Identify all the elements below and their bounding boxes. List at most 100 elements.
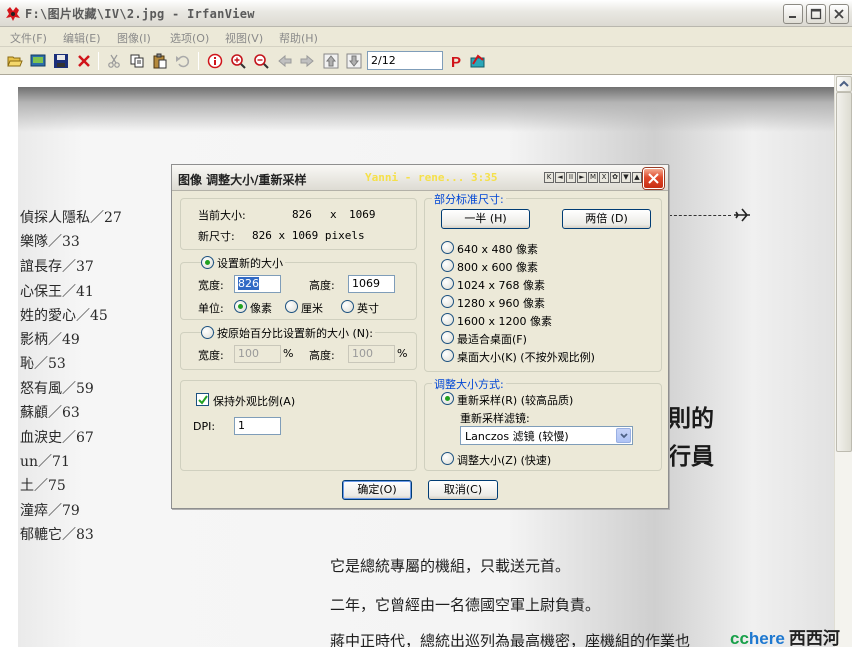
photo-heading-2: 行員 xyxy=(668,443,714,470)
size-1024-radio[interactable] xyxy=(441,277,454,290)
percent-height-label: 高度: xyxy=(309,349,335,362)
size-800-label: 800 x 600 像素 xyxy=(457,261,538,274)
filter-select[interactable]: Lanczos 滤镜 (较慢) xyxy=(460,426,633,445)
slideshow-icon[interactable] xyxy=(28,51,48,71)
media-btn[interactable]: ▲ xyxy=(632,172,642,183)
info-icon[interactable] xyxy=(205,51,225,71)
set-new-size-label: 设置新的大小 xyxy=(215,255,285,271)
minimize-button[interactable] xyxy=(783,4,803,24)
size-1024-label: 1024 x 768 像素 xyxy=(457,279,545,292)
height-input[interactable]: 1069 xyxy=(348,275,395,293)
close-button[interactable] xyxy=(829,4,849,24)
scissors-icon[interactable] xyxy=(104,51,124,71)
arrow-down-file-icon[interactable] xyxy=(344,51,364,71)
best-fit-desktop-radio[interactable] xyxy=(441,331,454,344)
filter-label: 重新采样滤镜: xyxy=(460,412,530,425)
percent-size-group: 按原始百分比设置新的大小 (N): 宽度: 100 % 高度: 100 % xyxy=(180,325,417,370)
size-640-radio[interactable] xyxy=(441,241,454,254)
media-player-text: Yanni - rene... 3:35 xyxy=(365,171,498,184)
media-btn[interactable]: M xyxy=(588,172,598,183)
arrow-right-icon[interactable] xyxy=(297,51,317,71)
percent-size-label: 按原始百分比设置新的大小 (N): xyxy=(215,325,376,341)
resize-radio[interactable] xyxy=(441,452,454,465)
new-size-label: 新尺寸: xyxy=(198,230,235,243)
title-bar: F:\图片收藏\IV\2.jpg - IrfanView xyxy=(0,0,852,27)
resample-radio[interactable] xyxy=(441,392,454,405)
p-print-icon[interactable]: P xyxy=(446,51,466,71)
irfanview-cat-icon[interactable] xyxy=(5,6,21,22)
double-button-label: 两倍 xyxy=(585,212,608,225)
photo-text-line: un／71 xyxy=(20,454,70,470)
copy-icon[interactable] xyxy=(127,51,147,71)
menu-edit[interactable]: 编辑(E) xyxy=(63,30,101,46)
unit-cm-radio[interactable] xyxy=(285,300,298,313)
media-btn[interactable]: ▼ xyxy=(621,172,631,183)
watermark-here: here xyxy=(748,629,785,648)
unit-inch-radio[interactable] xyxy=(341,300,354,313)
width-input[interactable]: 826 xyxy=(234,275,281,293)
photo-text-line: 誼長存／37 xyxy=(20,259,94,275)
menu-options[interactable]: 选项(O) xyxy=(170,30,209,46)
desktop-size-key: (K) xyxy=(501,351,517,364)
red-x-icon[interactable] xyxy=(74,51,94,71)
cancel-button[interactable]: 取消(C) xyxy=(428,480,498,500)
photo-text-line: 血淚史／67 xyxy=(20,430,94,446)
window-title: F:\图片收藏\IV\2.jpg - IrfanView xyxy=(25,7,255,21)
dialog-close-button[interactable] xyxy=(643,168,664,189)
menu-image[interactable]: 图像(I) xyxy=(117,30,151,46)
keep-ratio-text: 保持外观比例 xyxy=(213,395,279,408)
scroll-thumb[interactable] xyxy=(836,92,852,452)
photo-text-line: 土／75 xyxy=(20,478,66,494)
desktop-size-radio[interactable] xyxy=(441,349,454,362)
percent-size-text: 按原始百分比设置新的大小 xyxy=(217,327,349,340)
menu-view[interactable]: 视图(V) xyxy=(225,30,263,46)
paint-icon[interactable] xyxy=(468,51,488,71)
folder-open-icon[interactable] xyxy=(5,51,25,71)
size-1280-radio[interactable] xyxy=(441,295,454,308)
keep-ratio-checkbox[interactable] xyxy=(196,393,209,406)
height-label: 高度: xyxy=(309,279,335,292)
page-number-input[interactable] xyxy=(367,51,443,70)
floppy-disk-icon[interactable] xyxy=(51,51,71,71)
chevron-down-icon[interactable] xyxy=(616,428,631,443)
unit-label: 单位: xyxy=(198,302,224,315)
resample-label: 重新采样(R) (较高品质) xyxy=(457,392,573,408)
percent-height-input[interactable]: 100 xyxy=(348,345,395,363)
menu-help[interactable]: 帮助(H) xyxy=(279,30,318,46)
half-button[interactable]: 一半 (H) xyxy=(441,209,530,229)
dpi-input[interactable]: 1 xyxy=(234,417,281,435)
dialog-title-bar[interactable]: 图像 调整大小/重新采样 Yanni - rene... 3:35 K ◄ II ► M… xyxy=(172,165,668,191)
size-800-radio[interactable] xyxy=(441,259,454,272)
media-btn[interactable]: ◄ xyxy=(555,172,565,183)
menu-file[interactable]: 文件(F) xyxy=(10,30,47,46)
current-size-group: 当前大小: 826 x 1069 新尺寸: 826 x 1069 pixels xyxy=(180,198,417,250)
ok-button[interactable]: 确定(O) xyxy=(342,480,412,500)
desktop-size-label: 桌面大小(K) (不按外观比例) xyxy=(457,349,595,365)
filter-select-value: Lanczos 滤镜 (较慢) xyxy=(465,430,569,443)
percent-size-radio[interactable] xyxy=(201,326,214,339)
arrow-up-file-icon[interactable] xyxy=(321,51,341,71)
double-button[interactable]: 两倍 (D) xyxy=(562,209,651,229)
zoom-in-icon[interactable] xyxy=(228,51,248,71)
maximize-button[interactable] xyxy=(806,4,826,24)
percent-width-input[interactable]: 100 xyxy=(234,345,281,363)
media-btn[interactable]: II xyxy=(566,172,576,183)
scroll-up-button[interactable] xyxy=(836,76,852,92)
vertical-scrollbar[interactable] xyxy=(834,75,852,647)
media-btn[interactable]: ✿ xyxy=(610,172,620,183)
media-btn[interactable]: K xyxy=(544,172,554,183)
size-1600-label: 1600 x 1200 像素 xyxy=(457,315,552,328)
best-fit-desktop-key: (F) xyxy=(512,333,527,346)
best-fit-desktop-text: 最适合桌面 xyxy=(457,333,512,346)
media-btn[interactable]: X xyxy=(599,172,609,183)
set-new-size-radio[interactable] xyxy=(201,256,214,269)
resample-note: (较高品质) xyxy=(520,394,574,407)
size-1600-radio[interactable] xyxy=(441,313,454,326)
arrow-left-icon[interactable] xyxy=(275,51,295,71)
paste-icon[interactable] xyxy=(150,51,170,71)
current-height-value: 1069 xyxy=(349,208,376,221)
zoom-out-icon[interactable] xyxy=(251,51,271,71)
unit-pixel-radio[interactable] xyxy=(234,300,247,313)
undo-icon[interactable] xyxy=(173,51,193,71)
media-btn[interactable]: ► xyxy=(577,172,587,183)
